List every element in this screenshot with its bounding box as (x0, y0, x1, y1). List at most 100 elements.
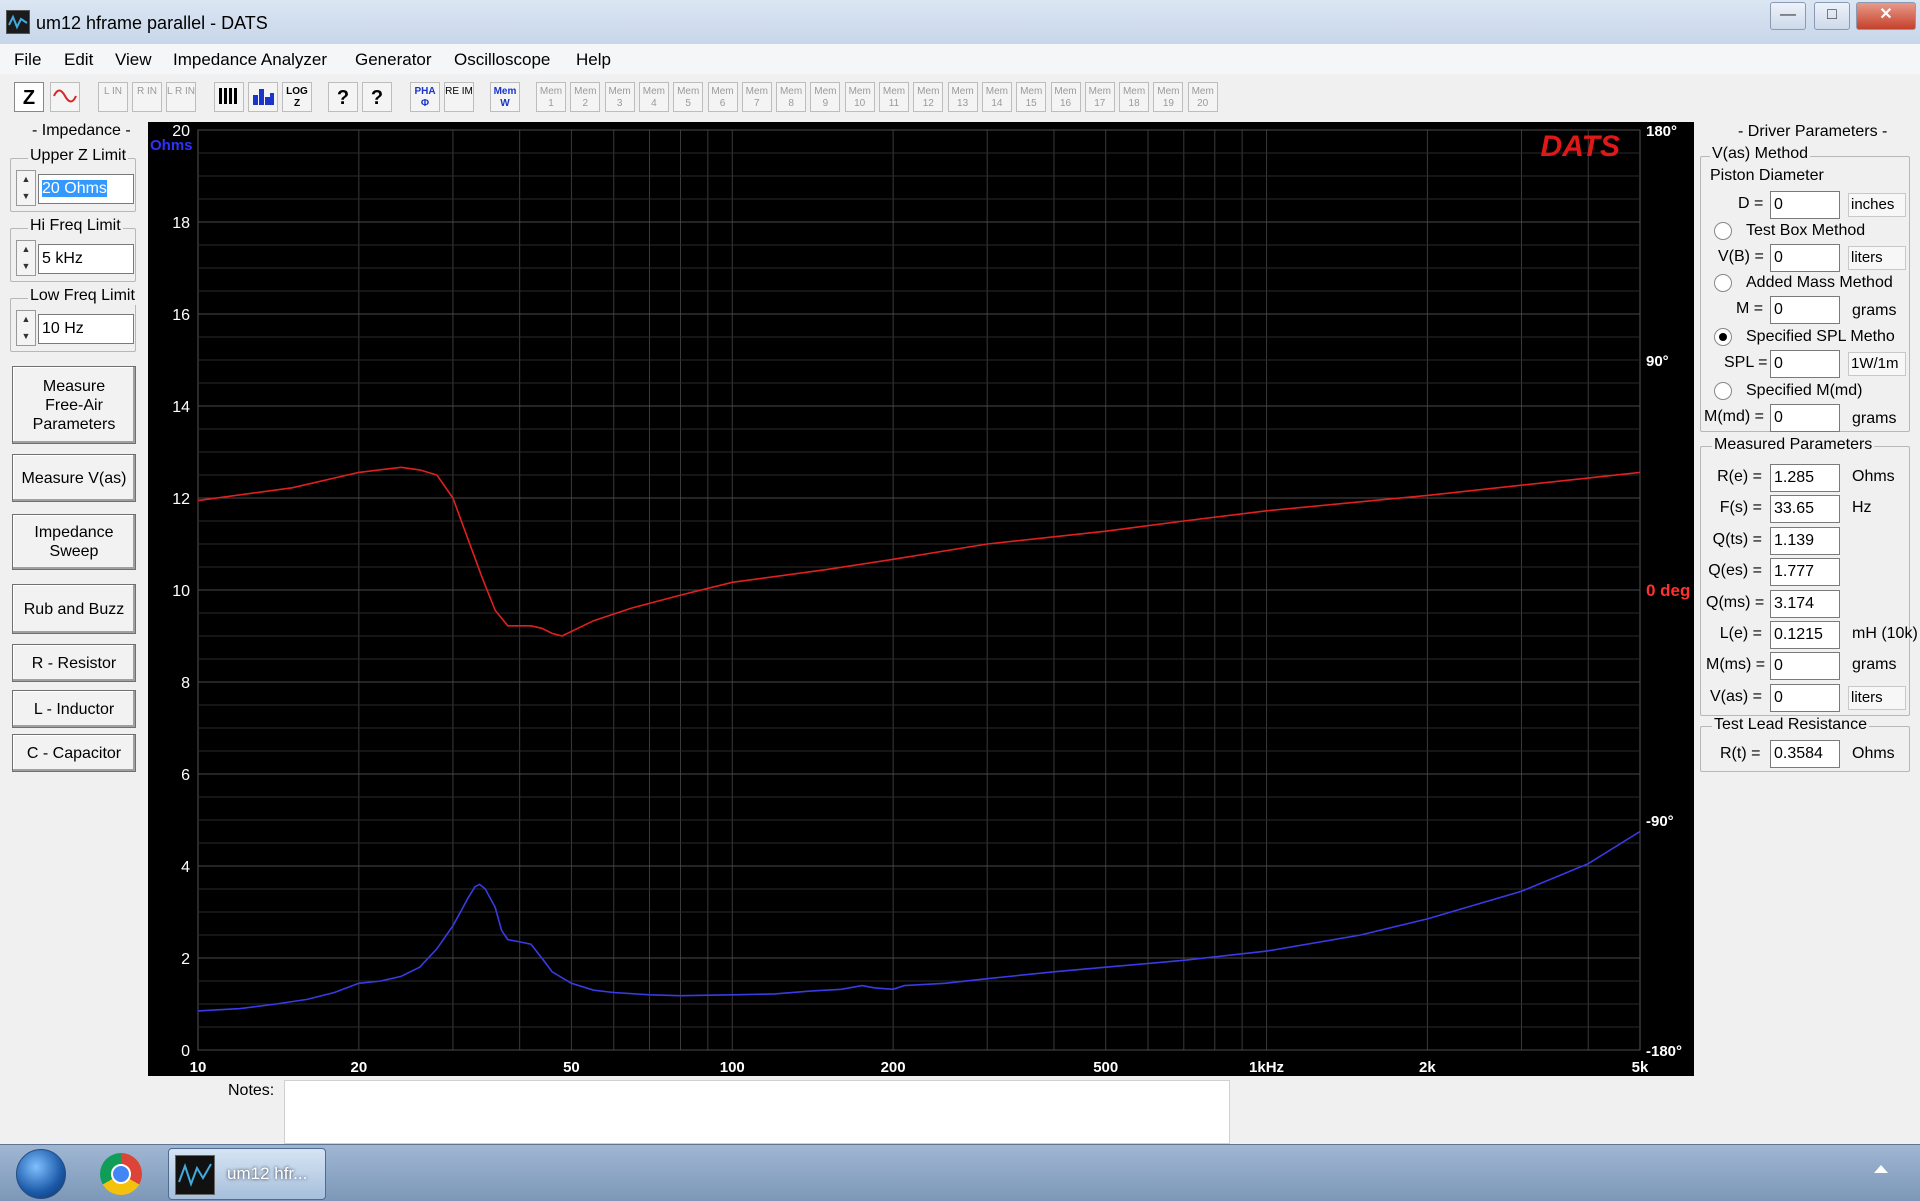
mem-1-button[interactable]: Mem 1 (536, 82, 566, 112)
measured-value-field[interactable]: 1.777 (1770, 558, 1840, 587)
mem-14-button[interactable]: Mem 14 (981, 82, 1012, 112)
tool-l-in[interactable]: L IN (98, 82, 128, 112)
mem-17-button[interactable]: Mem 17 (1084, 82, 1115, 112)
measured-value-field[interactable]: 33.65 (1770, 495, 1840, 524)
tool-r-in[interactable]: R IN (132, 82, 162, 112)
menu-view[interactable]: View (115, 50, 152, 70)
y-tick-label: 2 (181, 951, 190, 968)
x-tick-label: 1kHz (1249, 1059, 1284, 1076)
measured-value-field[interactable]: 1.139 (1770, 526, 1840, 555)
maximize-button[interactable]: □ (1814, 2, 1850, 30)
re-im-button[interactable]: RE IM (444, 82, 474, 112)
vb-field[interactable]: 0 (1770, 244, 1840, 272)
notes-field[interactable] (284, 1080, 1230, 1144)
measured-value-field[interactable]: 3.174 (1770, 589, 1840, 618)
tray-arrow-icon[interactable] (1874, 1165, 1888, 1173)
inductor-button[interactable]: L - Inductor (12, 690, 136, 728)
vb-label: V(B) = (1718, 248, 1764, 265)
x-tick-label: 50 (563, 1059, 580, 1076)
resistor-button[interactable]: R - Resistor (12, 644, 136, 682)
window-title: um12 hframe parallel - DATS (36, 13, 268, 33)
menu-edit[interactable]: Edit (64, 50, 93, 70)
low-freq-field[interactable]: 10 Hz (38, 314, 134, 344)
mem-13-button[interactable]: Mem 13 (947, 82, 978, 112)
hi-freq-spinner[interactable]: ▲ ▼ (16, 240, 36, 276)
impedance-mode-button[interactable]: Z (14, 82, 44, 112)
spl-field[interactable]: 0 (1770, 350, 1840, 378)
added-mass-radio[interactable] (1714, 274, 1732, 292)
context-help-button[interactable]: ? (362, 82, 392, 112)
vas-method-label: V(as) Method (1710, 145, 1811, 163)
hi-freq-field[interactable]: 5 kHz (38, 244, 134, 274)
test-box-radio[interactable] (1714, 222, 1732, 240)
mem-18-button[interactable]: Mem 18 (1119, 82, 1150, 112)
sine-wave-icon (53, 89, 77, 103)
mem-3-button[interactable]: Mem 3 (604, 82, 635, 112)
piano-keys-button[interactable] (214, 82, 244, 112)
y-tick-label: 4 (181, 859, 190, 876)
mem-19-button[interactable]: Mem 19 (1153, 82, 1184, 112)
capacitor-button[interactable]: C - Capacitor (12, 734, 136, 772)
rt-field[interactable]: 0.3584 (1770, 740, 1840, 768)
sine-wave-button[interactable] (50, 82, 80, 112)
mem-write-button[interactable]: Mem W (490, 82, 520, 112)
measured-value-field[interactable]: 0 (1770, 683, 1840, 712)
low-freq-spinner[interactable]: ▲ ▼ (16, 310, 36, 346)
vb-unit: liters (1848, 246, 1906, 270)
measured-unit: Ohms (1852, 468, 1895, 485)
measured-label: Q(ts) = (1712, 530, 1762, 548)
mem-15-button[interactable]: Mem 15 (1016, 82, 1047, 112)
mem-11-button[interactable]: Mem 11 (879, 82, 909, 112)
menu-file[interactable]: File (14, 50, 41, 70)
log-z-button[interactable]: LOG Z (282, 82, 312, 112)
specified-mmd-radio[interactable] (1714, 382, 1732, 400)
mem-12-button[interactable]: Mem 12 (913, 82, 944, 112)
upper-z-spinner[interactable]: ▲ ▼ (16, 170, 36, 206)
menu-help[interactable]: Help (576, 50, 611, 70)
mem-5-button[interactable]: Mem 5 (673, 82, 704, 112)
measured-value-field[interactable]: 0 (1770, 652, 1840, 681)
chrome-icon[interactable] (100, 1153, 142, 1195)
mem-9-button[interactable]: Mem 9 (810, 82, 841, 112)
measured-label: M(ms) = (1706, 656, 1766, 674)
m-field[interactable]: 0 (1770, 296, 1840, 324)
specified-spl-radio[interactable] (1714, 328, 1732, 346)
mem-20-button[interactable]: Mem 20 (1187, 82, 1218, 112)
m-label: M = (1736, 300, 1764, 317)
mem-6-button[interactable]: Mem 6 (707, 82, 738, 112)
measured-value-field[interactable]: 0.1215 (1770, 621, 1840, 649)
measure-free-air-button[interactable]: Measure Free-Air Parameters (12, 366, 136, 444)
measure-vas-button[interactable]: Measure V(as) (12, 454, 136, 502)
x-tick-label: 2k (1419, 1059, 1436, 1076)
m-unit: grams (1852, 302, 1897, 319)
rt-unit: Ohms (1852, 745, 1895, 762)
tool-lr-in[interactable]: L R IN (166, 82, 196, 112)
minimize-button[interactable]: — (1770, 2, 1806, 30)
d-field[interactable]: 0 (1770, 191, 1840, 219)
menu-impedance-analyzer[interactable]: Impedance Analyzer (173, 50, 327, 70)
help-button[interactable]: ? (328, 82, 358, 112)
mem-8-button[interactable]: Mem 8 (776, 82, 807, 112)
menu-oscilloscope[interactable]: Oscilloscope (454, 50, 550, 70)
mem-16-button[interactable]: Mem 16 (1050, 82, 1081, 112)
upper-z-field[interactable]: 20 Ohms (38, 174, 134, 204)
rub-and-buzz-button[interactable]: Rub and Buzz (12, 584, 136, 634)
impedance-chart[interactable]: 0 2 4 6 8 10 12 14 16 18 20 10 20 50 100 200 500 1kHz 2k 5k… (148, 122, 1694, 1076)
start-button[interactable] (16, 1149, 66, 1199)
mem-10-button[interactable]: Mem 10 (844, 82, 875, 112)
phase-button[interactable]: PHA Φ (410, 82, 440, 112)
y-tick-label: 8 (181, 675, 190, 692)
mem-2-button[interactable]: Mem 2 (570, 82, 601, 112)
mem-4-button[interactable]: Mem 4 (638, 82, 669, 112)
impedance-sweep-button[interactable]: Impedance Sweep (12, 514, 136, 570)
close-button[interactable]: ✕ (1856, 2, 1916, 30)
taskbar-item-dats[interactable]: um12 hfr... (168, 1148, 326, 1200)
piston-diameter-label: Piston Diameter (1710, 167, 1824, 184)
menu-generator[interactable]: Generator (355, 50, 432, 70)
mem-7-button[interactable]: Mem 7 (741, 82, 772, 112)
mmd-field[interactable]: 0 (1770, 404, 1840, 432)
measured-value-field[interactable]: 1.285 (1770, 464, 1840, 492)
bar-chart-button[interactable] (248, 82, 278, 112)
piano-icon (219, 88, 237, 104)
bar-chart-icon (253, 89, 274, 105)
